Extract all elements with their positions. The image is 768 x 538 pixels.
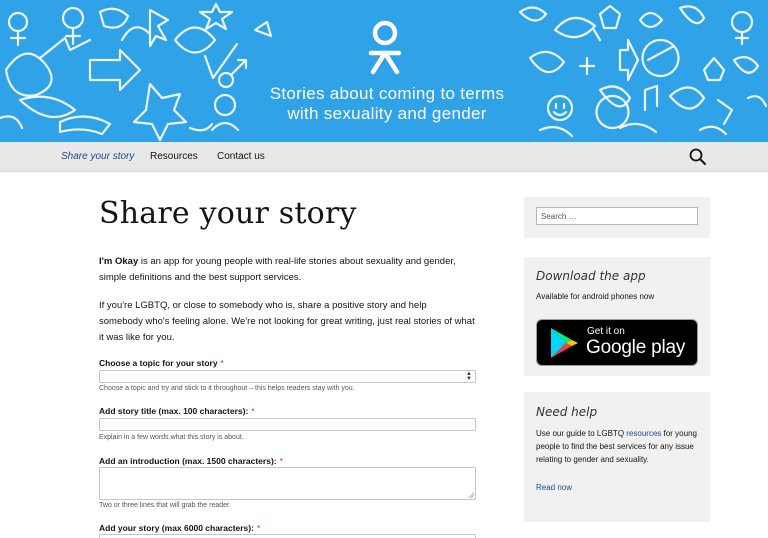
introduction-hint: Two or three lines that will grab the re… — [99, 502, 231, 509]
topic-label-text: Choose a topic for your story — [99, 358, 218, 368]
logo[interactable] — [367, 20, 403, 76]
badge-line-1: Get it on — [587, 326, 625, 337]
story-label-text: Add your story (max 6000 characters): — [99, 523, 254, 533]
nav-item-share-your-story[interactable]: Share your story — [61, 151, 134, 162]
nav-item-contact-us[interactable]: Contact us — [217, 151, 265, 162]
google-play-badge[interactable]: Get it on Google play — [536, 319, 698, 366]
site-tagline: Stories about coming to terms with sexua… — [252, 84, 522, 124]
help-text-end: for young — [661, 429, 697, 438]
help-text-line-2: people to find the best services for any… — [536, 442, 694, 451]
invite-line-1: If you're LGBTQ, or close to somebody wh… — [99, 300, 427, 311]
select-arrows-icon: ▲ ▼ — [466, 371, 472, 382]
google-play-icon — [551, 328, 578, 358]
help-title: Need help — [536, 405, 598, 419]
invite-line-3: it was like for you. — [99, 332, 175, 343]
sidebar-search-input[interactable]: Search … — [536, 207, 698, 225]
tagline-line-1: Stories about coming to terms — [269, 84, 505, 103]
main-navigation: Share your story Resources Contact us — [0, 142, 768, 172]
download-text: Available for android phones now — [536, 292, 655, 301]
story-textarea[interactable] — [99, 534, 476, 538]
required-mark: * — [251, 406, 255, 416]
help-text-line-3: relating to gender and sexuality. — [536, 455, 649, 464]
brand-name: I'm Okay — [99, 256, 139, 267]
nav-item-resources[interactable]: Resources — [150, 151, 198, 162]
topic-hint: Choose a topic and try and stick to it t… — [99, 385, 355, 392]
invite-paragraph: If you're LGBTQ, or close to somebody wh… — [99, 298, 519, 346]
search-icon[interactable] — [688, 147, 708, 167]
introduction-textarea[interactable] — [99, 467, 476, 500]
story-title-label: Add story title (max. 100 characters): * — [99, 406, 255, 416]
intro-text: is an app for young people with real-lif… — [138, 256, 456, 267]
story-title-label-text: Add story title (max. 100 characters): — [99, 406, 249, 416]
story-title-hint: Explain in a few words what this story i… — [99, 434, 244, 441]
header-banner: Stories about coming to terms with sexua… — [0, 0, 768, 142]
help-text: Use our guide to LGBTQ resources for you… — [536, 427, 704, 466]
page-title: Share your story — [99, 196, 357, 231]
required-mark: * — [279, 456, 283, 466]
help-widget: Need help Use our guide to LGBTQ resourc… — [524, 392, 710, 522]
badge-line-2: Google play — [586, 337, 686, 358]
search-widget: Search … — [524, 197, 710, 238]
topic-select[interactable]: ▲ ▼ — [99, 370, 476, 383]
tagline-line-2: with sexuality and gender — [287, 104, 487, 123]
invite-line-2: somebody who's feeling alone. We're not … — [99, 316, 475, 327]
intro-text-line-2: simple definitions and the best support … — [99, 272, 302, 283]
resources-link[interactable]: resources — [626, 429, 661, 438]
download-title: Download the app — [536, 269, 646, 283]
required-mark: * — [256, 523, 261, 533]
help-text-start: Use our guide to LGBTQ — [536, 429, 627, 438]
story-label: Add your story (max 6000 characters): * — [99, 523, 260, 533]
intro-paragraph: I'm Okay is an app for young people with… — [99, 254, 479, 286]
topic-label: Choose a topic for your story * — [99, 358, 224, 368]
story-title-input[interactable] — [99, 418, 476, 431]
read-now-link[interactable]: Read now — [536, 481, 704, 494]
required-mark: * — [220, 358, 224, 368]
introduction-label: Add an introduction (max. 1500 character… — [99, 456, 283, 466]
introduction-label-text: Add an introduction (max. 1500 character… — [99, 456, 277, 466]
resize-grip-icon[interactable] — [468, 492, 474, 498]
download-widget: Download the app Available for android p… — [524, 257, 710, 376]
